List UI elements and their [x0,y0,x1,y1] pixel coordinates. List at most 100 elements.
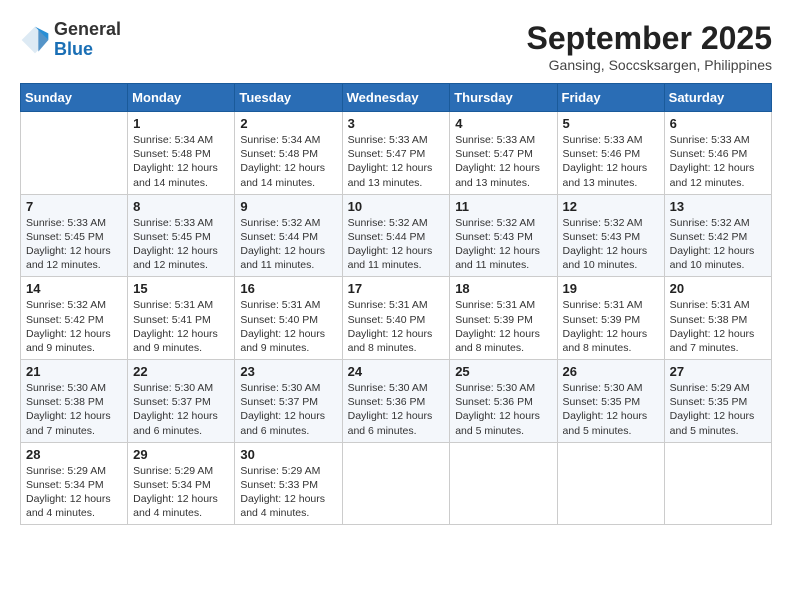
day-number: 5 [563,116,659,131]
calendar-cell: 28Sunrise: 5:29 AM Sunset: 5:34 PM Dayli… [21,442,128,525]
calendar-cell: 22 Sunrise: 5:30 AM Sunset: 5:37 PM Dayli… [128,360,235,443]
day-of-week-header: Saturday [664,84,771,112]
calendar-cell: 24Sunrise: 5:30 AM Sunset: 5:36 PM Dayli… [342,360,450,443]
day-of-week-header: Sunday [21,84,128,112]
day-info: Sunrise: 5:30 AM Sunset: 5:36 PM Dayligh… [348,381,445,438]
day-of-week-header: Thursday [450,84,557,112]
day-info: Sunrise: 5:31 AM Sunset: 5:40 PM Dayligh… [240,298,336,355]
calendar-cell: 29 Sunrise: 5:29 AM Sunset: 5:34 PM Dayli… [128,442,235,525]
day-info: Sunrise: 5:31 AM Sunset: 5:41 PM Dayligh… [133,298,229,355]
day-of-week-header: Friday [557,84,664,112]
day-info: Sunrise: 5:33 AM Sunset: 5:46 PM Dayligh… [670,133,766,190]
calendar-cell [342,442,450,525]
calendar-cell: 20Sunrise: 5:31 AM Sunset: 5:38 PM Dayli… [664,277,771,360]
day-info: Sunrise: 5:34 AM Sunset: 5:48 PM Dayligh… [133,133,229,190]
calendar-body: 1Sunrise: 5:34 AM Sunset: 5:48 PM Daylig… [21,112,772,525]
calendar-cell: 10 Sunrise: 5:32 AM Sunset: 5:44 PM Dayli… [342,194,450,277]
day-number: 27 [670,364,766,379]
day-number: 4 [455,116,551,131]
calendar-cell: 3 Sunrise: 5:33 AM Sunset: 5:47 PM Daylig… [342,112,450,195]
calendar-week-row: 14Sunrise: 5:32 AM Sunset: 5:42 PM Dayli… [21,277,772,360]
logo: General Blue [20,20,121,60]
day-number: 21 [26,364,122,379]
day-info: Sunrise: 5:30 AM Sunset: 5:37 PM Dayligh… [240,381,336,438]
day-info: Sunrise: 5:31 AM Sunset: 5:39 PM Dayligh… [455,298,551,355]
day-number: 22 [133,364,229,379]
calendar-cell: 15Sunrise: 5:31 AM Sunset: 5:41 PM Dayli… [128,277,235,360]
calendar-cell [450,442,557,525]
title-block: September 2025 Gansing, Soccsksargen, Ph… [527,20,772,73]
day-number: 30 [240,447,336,462]
page-header: General Blue September 2025 Gansing, Soc… [20,20,772,73]
day-number: 23 [240,364,336,379]
day-info: Sunrise: 5:29 AM Sunset: 5:35 PM Dayligh… [670,381,766,438]
day-number: 18 [455,281,551,296]
day-number: 9 [240,199,336,214]
day-number: 16 [240,281,336,296]
calendar-cell: 17 Sunrise: 5:31 AM Sunset: 5:40 PM Dayli… [342,277,450,360]
calendar-cell: 13 Sunrise: 5:32 AM Sunset: 5:42 PM Dayli… [664,194,771,277]
day-info: Sunrise: 5:33 AM Sunset: 5:45 PM Dayligh… [133,216,229,273]
calendar-cell: 27 Sunrise: 5:29 AM Sunset: 5:35 PM Dayli… [664,360,771,443]
day-number: 29 [133,447,229,462]
day-of-week-header: Monday [128,84,235,112]
calendar-table: SundayMondayTuesdayWednesdayThursdayFrid… [20,83,772,525]
calendar-cell [21,112,128,195]
calendar-cell [557,442,664,525]
calendar-cell: 9Sunrise: 5:32 AM Sunset: 5:44 PM Daylig… [235,194,342,277]
day-info: Sunrise: 5:32 AM Sunset: 5:44 PM Dayligh… [348,216,445,273]
day-info: Sunrise: 5:31 AM Sunset: 5:40 PM Dayligh… [348,298,445,355]
calendar-cell [664,442,771,525]
day-number: 12 [563,199,659,214]
day-of-week-header: Wednesday [342,84,450,112]
calendar-cell: 6 Sunrise: 5:33 AM Sunset: 5:46 PM Daylig… [664,112,771,195]
day-info: Sunrise: 5:29 AM Sunset: 5:34 PM Dayligh… [133,464,229,521]
calendar-cell: 2Sunrise: 5:34 AM Sunset: 5:48 PM Daylig… [235,112,342,195]
calendar-cell: 14Sunrise: 5:32 AM Sunset: 5:42 PM Dayli… [21,277,128,360]
calendar-cell: 16 Sunrise: 5:31 AM Sunset: 5:40 PM Dayli… [235,277,342,360]
calendar-cell: 11Sunrise: 5:32 AM Sunset: 5:43 PM Dayli… [450,194,557,277]
day-info: Sunrise: 5:32 AM Sunset: 5:42 PM Dayligh… [670,216,766,273]
calendar-week-row: 1Sunrise: 5:34 AM Sunset: 5:48 PM Daylig… [21,112,772,195]
logo-text: General Blue [54,20,121,60]
calendar-cell: 21 Sunrise: 5:30 AM Sunset: 5:38 PM Dayli… [21,360,128,443]
day-info: Sunrise: 5:33 AM Sunset: 5:45 PM Dayligh… [26,216,122,273]
day-number: 19 [563,281,659,296]
day-info: Sunrise: 5:30 AM Sunset: 5:38 PM Dayligh… [26,381,122,438]
day-number: 6 [670,116,766,131]
day-number: 3 [348,116,445,131]
calendar-cell: 4Sunrise: 5:33 AM Sunset: 5:47 PM Daylig… [450,112,557,195]
day-info: Sunrise: 5:33 AM Sunset: 5:47 PM Dayligh… [348,133,445,190]
day-info: Sunrise: 5:33 AM Sunset: 5:46 PM Dayligh… [563,133,659,190]
day-number: 28 [26,447,122,462]
calendar-cell: 23 Sunrise: 5:30 AM Sunset: 5:37 PM Dayli… [235,360,342,443]
location: Gansing, Soccsksargen, Philippines [527,57,772,73]
day-number: 20 [670,281,766,296]
month-title: September 2025 [527,20,772,57]
calendar-week-row: 21 Sunrise: 5:30 AM Sunset: 5:38 PM Dayli… [21,360,772,443]
calendar-week-row: 28 Sunrise: 5:29 AM Sunset: 5:34 PM Dayli… [21,442,772,525]
day-number: 8 [133,199,229,214]
day-info: Sunrise: 5:29 AM Sunset: 5:33 PM Dayligh… [240,464,336,521]
day-number: 7 [26,199,122,214]
day-number: 26 [563,364,659,379]
calendar-cell: 5 Sunrise: 5:33 AM Sunset: 5:46 PM Daylig… [557,112,664,195]
day-info: Sunrise: 5:30 AM Sunset: 5:37 PM Dayligh… [133,381,229,438]
day-number: 10 [348,199,445,214]
calendar-cell: 12 Sunrise: 5:32 AM Sunset: 5:43 PM Dayli… [557,194,664,277]
day-number: 14 [26,281,122,296]
day-info: Sunrise: 5:30 AM Sunset: 5:36 PM Dayligh… [455,381,551,438]
day-info: Sunrise: 5:32 AM Sunset: 5:43 PM Dayligh… [563,216,659,273]
calendar-cell: 25 Sunrise: 5:30 AM Sunset: 5:36 PM Dayli… [450,360,557,443]
calendar-cell: 18 Sunrise: 5:31 AM Sunset: 5:39 PM Dayli… [450,277,557,360]
day-of-week-header: Tuesday [235,84,342,112]
day-info: Sunrise: 5:34 AM Sunset: 5:48 PM Dayligh… [240,133,336,190]
calendar-cell: 8 Sunrise: 5:33 AM Sunset: 5:45 PM Daylig… [128,194,235,277]
calendar-week-row: 7 Sunrise: 5:33 AM Sunset: 5:45 PM Daylig… [21,194,772,277]
day-number: 13 [670,199,766,214]
day-number: 17 [348,281,445,296]
day-info: Sunrise: 5:30 AM Sunset: 5:35 PM Dayligh… [563,381,659,438]
calendar-cell: 30 Sunrise: 5:29 AM Sunset: 5:33 PM Dayli… [235,442,342,525]
calendar-cell: 1Sunrise: 5:34 AM Sunset: 5:48 PM Daylig… [128,112,235,195]
day-number: 25 [455,364,551,379]
